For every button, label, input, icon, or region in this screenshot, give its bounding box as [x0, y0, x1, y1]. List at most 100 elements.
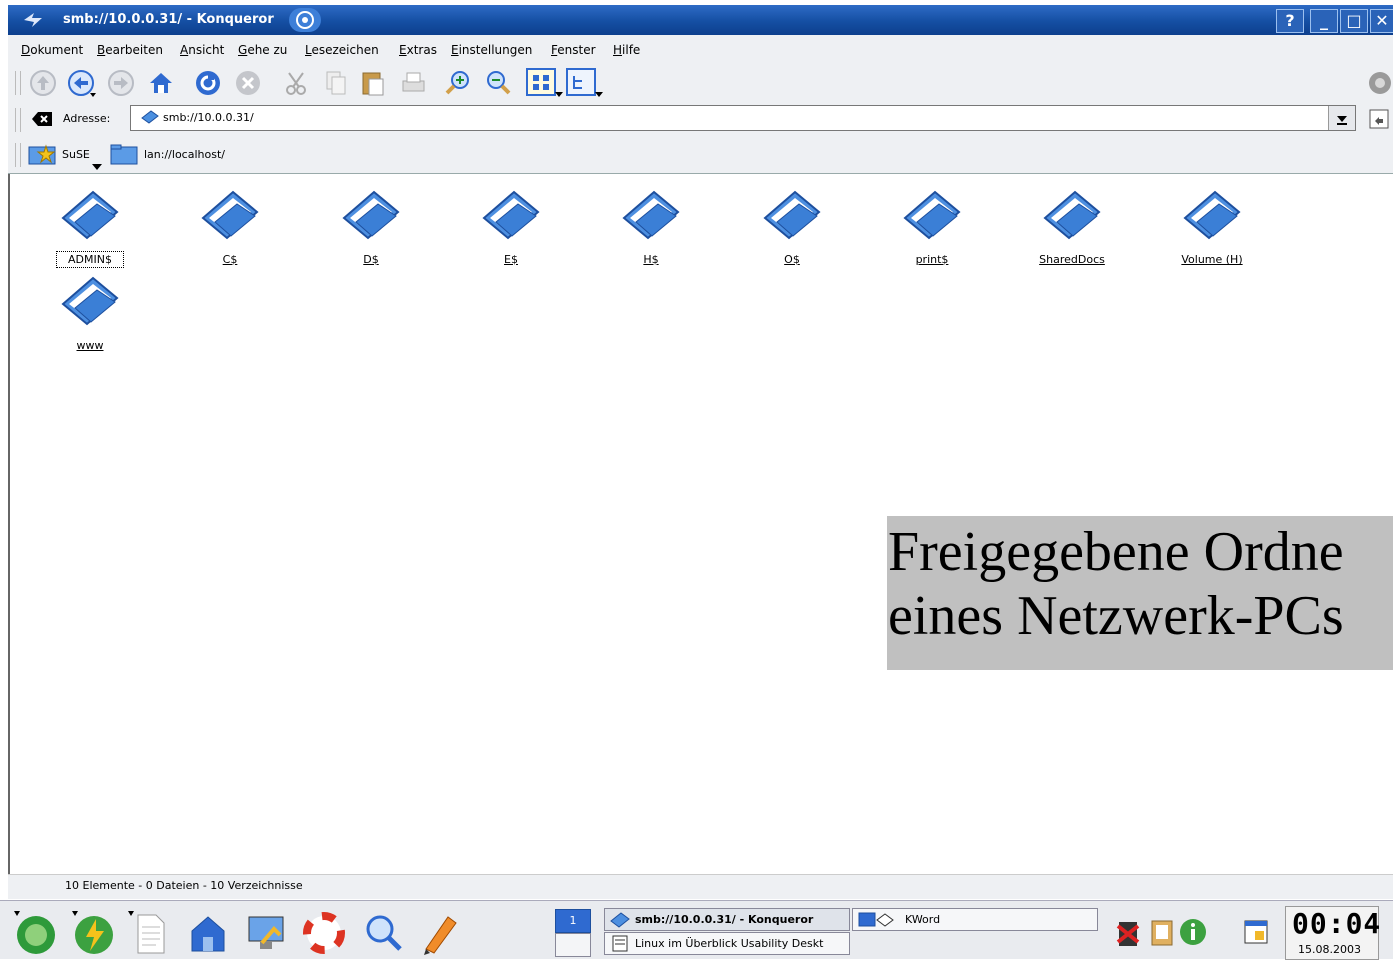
help-button[interactable]: ? — [1276, 9, 1304, 33]
network-share-folder-icon — [903, 190, 961, 240]
minimize-button[interactable]: _ — [1310, 9, 1338, 33]
menu-einstellungen[interactable]: Einstellungen — [451, 43, 532, 57]
folder-item[interactable]: print$ — [867, 182, 997, 272]
presentation-icon — [612, 935, 628, 952]
document-icon[interactable] — [128, 911, 172, 955]
folder-item[interactable]: www — [25, 268, 155, 358]
status-bar: 10 Elemente - 0 Dateien - 10 Verzeichnis… — [8, 874, 1393, 899]
folder-label: Volume (H) — [1181, 253, 1243, 266]
paste-icon[interactable] — [358, 68, 388, 98]
menu-lesezeichen[interactable]: Lesezeichen — [305, 43, 379, 57]
menu-dokument[interactable]: Dokument — [21, 43, 83, 57]
cut-icon[interactable] — [281, 68, 311, 98]
menu-ansicht[interactable]: Ansicht — [180, 43, 224, 57]
status-text: 10 Elemente - 0 Dateien - 10 Verzeichnis… — [65, 879, 303, 892]
kmenu-icon[interactable] — [14, 911, 58, 955]
home-folder-icon[interactable] — [186, 911, 230, 955]
folder-item[interactable]: Volume (H) — [1147, 182, 1277, 272]
maximize-button[interactable]: □ — [1340, 9, 1368, 33]
toolbar-grip[interactable] — [15, 71, 21, 95]
folder-label: O$ — [784, 253, 800, 266]
go-icon[interactable] — [1368, 108, 1390, 130]
network-share-folder-icon — [342, 190, 400, 240]
tree-view-icon[interactable] — [566, 68, 604, 98]
print-icon[interactable] — [398, 68, 428, 98]
lightning-icon[interactable] — [72, 911, 116, 955]
address-dropdown-button[interactable] — [1328, 106, 1355, 130]
forward-arrow-icon[interactable] — [106, 68, 136, 98]
bookmark-label: lan://localhost/ — [144, 148, 225, 161]
menu-fenster[interactable]: Fenster — [551, 43, 596, 57]
folder-item[interactable]: C$ — [165, 182, 295, 272]
konqueror-gear-icon — [24, 13, 42, 27]
help-lifebuoy-icon[interactable] — [302, 911, 346, 955]
window-titlebar[interactable]: smb://10.0.0.31/ - Konqueror ? _ □ ✕ — [8, 5, 1393, 35]
bookmark-suse[interactable]: SuSE — [28, 142, 108, 170]
folder-label: D$ — [363, 253, 379, 266]
folder-item[interactable]: D$ — [306, 182, 436, 272]
klipper-icon[interactable] — [1148, 916, 1176, 948]
address-input[interactable]: smb://10.0.0.31/ — [130, 105, 1356, 131]
desktop-pager-1[interactable]: 1 — [555, 909, 591, 933]
location-grip[interactable] — [15, 108, 21, 132]
menu-bearbeiten[interactable]: Bearbeiten — [97, 43, 163, 57]
zoom-out-icon[interactable] — [483, 68, 513, 98]
chevron-down-icon — [92, 164, 102, 170]
folder-label: SharedDocs — [1039, 253, 1105, 266]
network-share-folder-icon — [201, 190, 259, 240]
trash-icon[interactable] — [1114, 916, 1142, 948]
menu-gehe-zu[interactable]: Gehe zu — [238, 43, 287, 57]
bookmark-toolbar: SuSE lan://localhost/ — [8, 137, 1393, 174]
close-button[interactable]: ✕ — [1370, 9, 1393, 33]
globe-icon — [289, 8, 321, 32]
up-arrow-icon[interactable] — [28, 68, 58, 98]
clear-location-icon[interactable] — [32, 111, 52, 127]
task-label: smb://10.0.0.31/ - Konqueror — [635, 913, 814, 926]
task-kword[interactable]: KWord — [852, 908, 1098, 931]
task-presentation[interactable]: Linux im Überblick Usability Deskt — [604, 932, 850, 955]
network-share-folder-icon — [622, 190, 680, 240]
folder-label: www — [76, 339, 104, 352]
bookmark-label: SuSE — [62, 148, 90, 161]
address-value: smb://10.0.0.31/ — [163, 111, 254, 124]
task-label: Linux im Überblick Usability Deskt — [635, 937, 824, 950]
location-toolbar: Adresse: smb://10.0.0.31/ — [8, 102, 1393, 137]
desktop-icon[interactable] — [244, 911, 288, 955]
folder-label: print$ — [915, 253, 949, 266]
caption-line-2: eines Netzwerk-PCs — [888, 585, 1344, 647]
back-arrow-icon[interactable] — [66, 68, 96, 98]
caption-line-1: Freigegebene Ordne — [888, 521, 1344, 583]
network-share-folder-icon — [1183, 190, 1241, 240]
network-share-folder-icon — [482, 190, 540, 240]
folder-item[interactable]: ADMIN$ — [25, 182, 155, 272]
menu-hilfe[interactable]: Hilfe — [613, 43, 640, 57]
menu-bar: Dokument Bearbeiten Ansicht Gehe zu Lese… — [8, 35, 1393, 65]
bookmark-lan[interactable]: lan://localhost/ — [110, 142, 250, 168]
desktop-pager-2[interactable] — [555, 933, 591, 957]
reload-icon[interactable] — [193, 68, 223, 98]
clock[interactable]: 00:04 15.08.2003 — [1285, 906, 1380, 960]
info-icon[interactable] — [1178, 916, 1208, 948]
folder-icon — [110, 144, 138, 165]
address-label: Adresse: — [63, 112, 111, 125]
zoom-in-icon[interactable] — [443, 68, 473, 98]
folder-label: ADMIN$ — [56, 251, 124, 268]
kword-pen-icon[interactable] — [418, 911, 462, 955]
network-folder-icon — [141, 110, 159, 124]
task-konqueror[interactable]: smb://10.0.0.31/ - Konqueror — [604, 908, 850, 931]
find-icon[interactable] — [360, 911, 404, 955]
stop-icon[interactable] — [233, 68, 263, 98]
folder-item[interactable]: SharedDocs — [1007, 182, 1137, 272]
folder-item[interactable]: O$ — [727, 182, 857, 272]
folder-item[interactable]: H$ — [586, 182, 716, 272]
calendar-icon[interactable] — [1242, 918, 1270, 946]
menu-extras[interactable]: Extras — [399, 43, 437, 57]
icon-view-icon[interactable] — [526, 68, 564, 98]
network-share-folder-icon — [1043, 190, 1101, 240]
home-icon[interactable] — [146, 68, 176, 98]
folder-item[interactable]: E$ — [446, 182, 576, 272]
bookmark-grip[interactable] — [15, 143, 21, 167]
network-share-folder-icon — [763, 190, 821, 240]
window-title: smb://10.0.0.31/ - Konqueror — [63, 12, 274, 27]
copy-icon[interactable] — [321, 68, 351, 98]
